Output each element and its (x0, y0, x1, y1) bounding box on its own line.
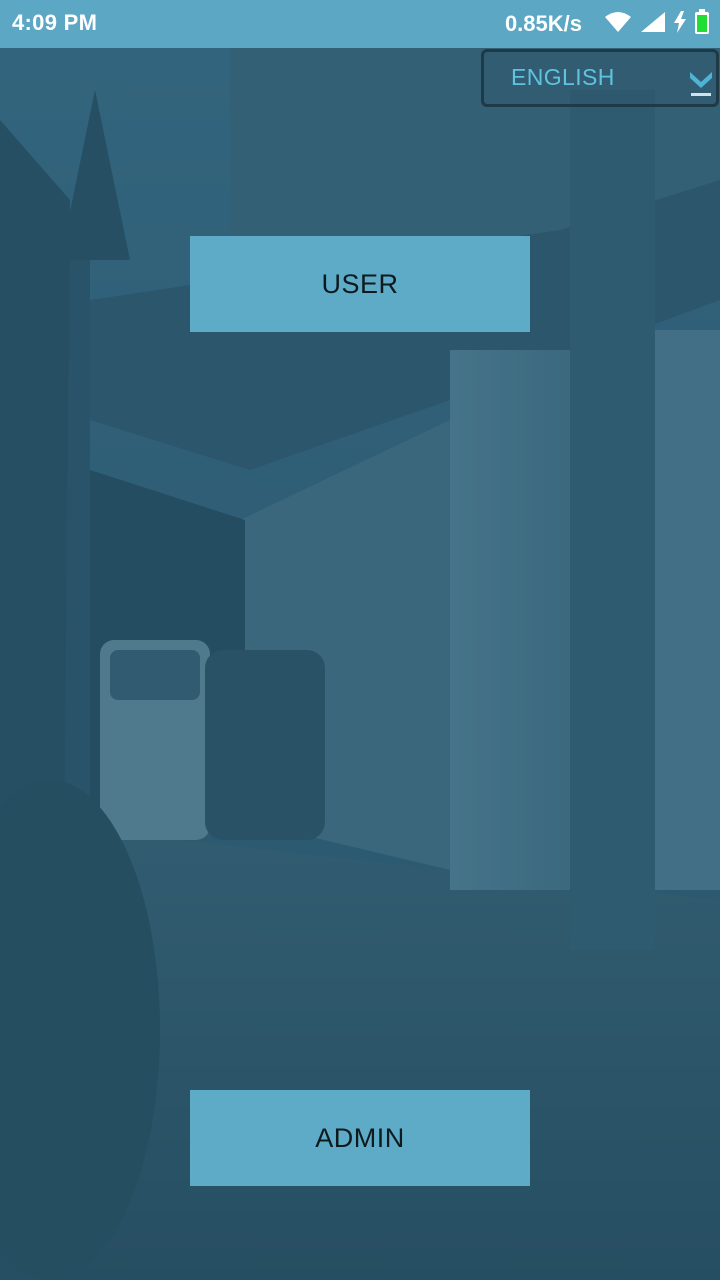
status-bar: 4:09 PM 0.85K/s (0, 0, 720, 48)
signal-icon (640, 11, 666, 38)
status-time: 4:09 PM (12, 10, 98, 35)
user-button[interactable]: USER (190, 236, 530, 332)
admin-button[interactable]: ADMIN (190, 1090, 530, 1186)
battery-icon (694, 8, 710, 40)
background-tint (0, 0, 720, 1280)
status-indicators: 0.85K/s (504, 8, 710, 40)
wifi-icon (604, 11, 632, 38)
network-speed: 0.85K/s (504, 11, 582, 36)
charging-icon (674, 10, 686, 38)
language-selected-value: ENGLISH (511, 64, 615, 90)
role-selection-screen: 4:09 PM 0.85K/s ENGLISH USER ADMIN (0, 0, 720, 1280)
chevron-down-icon (688, 68, 714, 98)
language-selector[interactable]: ENGLISH (481, 49, 719, 107)
